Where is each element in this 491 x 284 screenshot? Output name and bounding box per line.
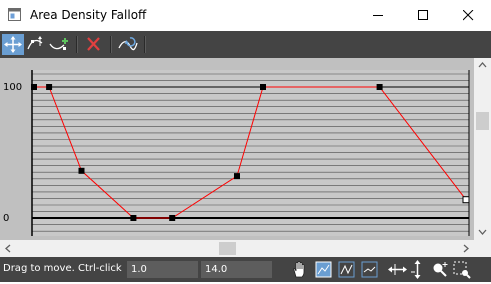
- scroll-right-icon[interactable]: [463, 244, 469, 253]
- vertical-scroll-thumb[interactable]: [476, 112, 489, 130]
- delete-point-icon: [87, 37, 100, 51]
- minimize-icon: [373, 15, 383, 16]
- scale-point-button[interactable]: [25, 34, 47, 55]
- zoom-value-extents-button[interactable]: [359, 259, 380, 280]
- scale-point-icon: [27, 36, 43, 50]
- zoom-region-button[interactable]: [451, 259, 472, 280]
- horizontal-scrollbar[interactable]: [0, 240, 474, 257]
- zoom-extents-icon: [315, 261, 332, 278]
- app-icon: [8, 8, 21, 21]
- scroll-up-icon[interactable]: [478, 62, 487, 68]
- reset-curve-button[interactable]: [117, 34, 139, 55]
- maximize-button[interactable]: [401, 0, 446, 31]
- close-button[interactable]: [446, 0, 491, 31]
- add-point-icon: [49, 38, 68, 50]
- curve-point[interactable]: [260, 84, 266, 90]
- curve-point[interactable]: [169, 215, 176, 221]
- scroll-left-icon[interactable]: [5, 244, 11, 253]
- curve-toolbar: [0, 31, 491, 58]
- curve-point[interactable]: [78, 167, 85, 174]
- title-bar: Area Density Falloff: [0, 0, 491, 31]
- reset-curve-icon: [118, 37, 138, 51]
- window-title: Area Density Falloff: [30, 8, 147, 22]
- zoom-vertical-button[interactable]: [407, 259, 428, 280]
- point-y-field[interactable]: 14.0: [201, 261, 272, 278]
- move-icon: [4, 36, 22, 53]
- curve-point[interactable]: [130, 215, 137, 221]
- zoom-horizontal-icon: [388, 264, 407, 275]
- close-icon: [463, 10, 474, 21]
- status-bar: Drag to move. Ctrl-click c 1.0 14.0: [0, 257, 491, 282]
- curve-graph[interactable]: 100 0: [0, 58, 491, 240]
- zoom-icon: [433, 262, 448, 277]
- zoom-horizontal-button[interactable]: [387, 259, 408, 280]
- scrollbar-corner: [474, 240, 491, 257]
- delete-point-button[interactable]: [83, 34, 105, 55]
- pan-icon: [293, 261, 305, 278]
- toolbar-separator: [110, 36, 112, 53]
- y-label-min: 0: [3, 213, 10, 224]
- point-x-field[interactable]: 1.0: [127, 261, 198, 278]
- curve-canvas[interactable]: [0, 58, 474, 240]
- vertical-scrollbar[interactable]: [474, 58, 491, 240]
- zoom-extents-button[interactable]: [313, 259, 334, 280]
- pan-button[interactable]: [289, 259, 310, 280]
- curve-point[interactable]: [234, 173, 240, 180]
- horizontal-scroll-thumb[interactable]: [219, 242, 236, 255]
- zoom-horizontal-extents-button[interactable]: [336, 259, 357, 280]
- curve-point[interactable]: [46, 84, 53, 90]
- toolbar-separator: [144, 36, 146, 53]
- maximize-icon: [418, 10, 428, 20]
- zoom-horizontal-extents-icon: [338, 261, 355, 278]
- move-button[interactable]: [2, 34, 24, 55]
- add-point-button[interactable]: [48, 34, 70, 55]
- curve-point[interactable]: [376, 84, 383, 90]
- zoom-value-extents-icon: [361, 261, 378, 278]
- plot-area: [32, 70, 469, 236]
- y-label-max: 100: [3, 82, 23, 93]
- zoom-vertical-icon: [411, 260, 421, 279]
- zoom-region-icon: [453, 261, 471, 279]
- status-message: Drag to move. Ctrl-click c: [3, 263, 124, 274]
- curve-point[interactable]: [31, 84, 37, 90]
- scroll-down-icon[interactable]: [478, 229, 487, 235]
- zoom-button[interactable]: [429, 259, 450, 280]
- toolbar-separator: [76, 36, 78, 53]
- minimize-button[interactable]: [356, 0, 401, 31]
- curve-point[interactable]: [462, 196, 470, 204]
